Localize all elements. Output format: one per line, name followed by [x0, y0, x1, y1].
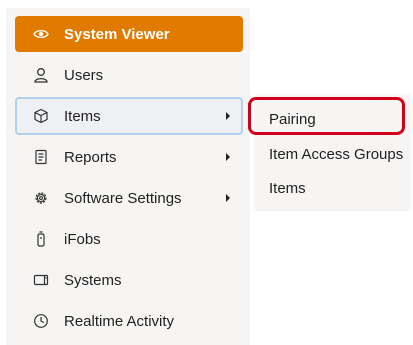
submenu-item-label: Items: [269, 179, 306, 197]
fob-icon: [31, 229, 51, 249]
sidebar-item-systems[interactable]: Systems: [15, 262, 243, 298]
items-submenu: Pairing Item Access Groups Items: [255, 95, 410, 209]
chevron-right-icon: [223, 194, 233, 202]
user-icon: [31, 65, 51, 85]
cube-icon: [31, 106, 51, 126]
chevron-right-icon: [223, 112, 233, 120]
sidebar-item-realtime-activity[interactable]: Realtime Activity: [15, 303, 243, 339]
report-icon: [31, 147, 51, 167]
sidebar-item-users[interactable]: Users: [15, 57, 243, 93]
sidebar-item-reports[interactable]: Reports: [15, 139, 243, 175]
submenu-item-label: Item Access Groups: [269, 145, 404, 163]
sidebar-item-label: Systems: [64, 271, 122, 289]
submenu-item-items[interactable]: Items: [255, 171, 410, 205]
clock-icon: [31, 311, 51, 331]
chevron-right-icon: [223, 153, 233, 161]
sidebar-item-ifobs[interactable]: iFobs: [15, 221, 243, 257]
sidebar-item-label: Users: [64, 66, 104, 84]
sidebar-item-software-settings[interactable]: Software Settings: [15, 180, 243, 216]
gear-icon: [31, 188, 51, 208]
sidebar-item-label: iFobs: [64, 230, 101, 248]
sidebar-item-label: Software Settings: [64, 189, 182, 207]
sidebar-item-label: Items: [64, 107, 101, 125]
screenshot-canvas: System Viewer Users Items Reports Softwa…: [0, 0, 413, 345]
eye-icon: [31, 24, 51, 44]
sidebar-item-label: Realtime Activity: [64, 312, 175, 330]
sidebar-item-items[interactable]: Items: [15, 97, 243, 135]
submenu-item-label: Pairing: [269, 110, 316, 128]
sidebar-item-label: Reports: [64, 148, 117, 166]
submenu-item-pairing[interactable]: Pairing: [255, 102, 410, 136]
sidebar: System Viewer Users Items Reports Softwa…: [6, 8, 250, 345]
sidebar-item-system-viewer[interactable]: System Viewer: [15, 16, 243, 52]
submenu-item-item-access-groups[interactable]: Item Access Groups: [255, 137, 410, 171]
systems-icon: [31, 270, 51, 290]
sidebar-item-label: System Viewer: [64, 25, 170, 43]
